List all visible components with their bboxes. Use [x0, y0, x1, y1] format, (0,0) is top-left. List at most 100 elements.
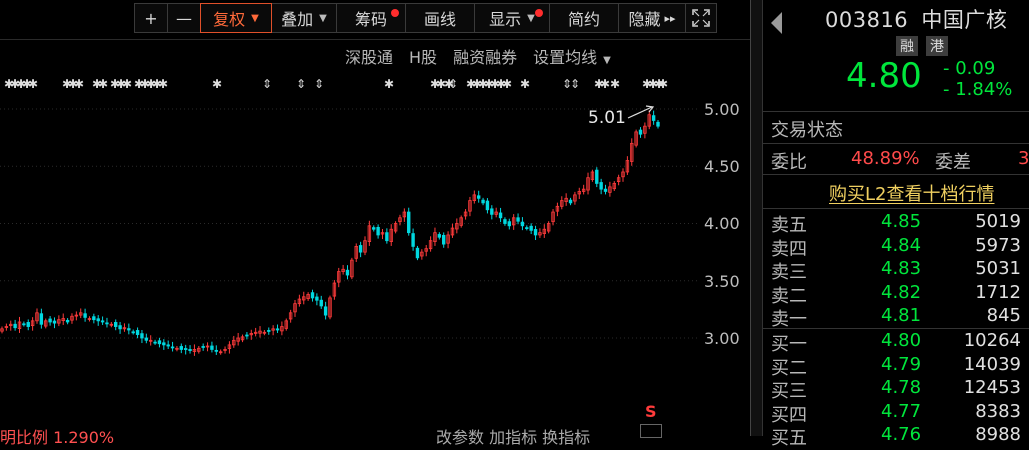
overlay-dropdown[interactable]: 叠加 ▼	[271, 3, 337, 33]
event-star-icon[interactable]: ✱	[658, 77, 668, 91]
buy-price: 4.78	[881, 377, 922, 398]
sell-volume: 5031	[975, 258, 1021, 279]
candle	[83, 308, 87, 322]
buy-row[interactable]: 买一 4.80 10264	[763, 330, 1029, 355]
candle	[608, 181, 612, 197]
candle	[472, 190, 477, 204]
sell-row[interactable]: 卖一 4.81 845	[763, 305, 1029, 330]
candle-body	[490, 208, 494, 215]
event-star-icon[interactable]: ✱	[384, 77, 394, 91]
event-arrow-icon[interactable]: ⇕	[570, 77, 580, 91]
weicha-value: 3	[1018, 148, 1029, 169]
fullscreen-icon	[692, 9, 710, 27]
candle-body	[407, 211, 411, 234]
event-star-icon[interactable]: ✱	[600, 77, 610, 91]
last-price: 4.80	[846, 56, 922, 96]
buy-price: 4.80	[881, 330, 922, 351]
candle	[476, 190, 481, 203]
margin-badge: 融	[896, 36, 918, 56]
buy-price: 4.77	[881, 400, 922, 422]
candle	[389, 224, 393, 246]
candle-body	[157, 340, 162, 345]
trade-status: 交易状态	[771, 120, 843, 141]
rzrq-link[interactable]: 融资融券	[453, 44, 517, 68]
sell-row[interactable]: 卖三 4.83 5031	[763, 258, 1029, 283]
chips-button[interactable]: 筹码	[336, 3, 406, 33]
sell-row[interactable]: 卖五 4.85 5019	[763, 211, 1029, 236]
candle	[284, 318, 288, 331]
candle	[162, 339, 166, 350]
stock-code-name: 003816 中国广核	[825, 4, 1007, 34]
draw-line-button[interactable]: 画线	[405, 3, 475, 33]
zoom-out-button[interactable]: —	[167, 3, 201, 33]
candle	[415, 245, 420, 261]
candle	[288, 309, 293, 323]
buy-row[interactable]: 买二 4.79 14039	[763, 354, 1029, 379]
sgt-link[interactable]: 深股通	[345, 44, 393, 68]
candle	[533, 225, 538, 240]
price-tick-4.50: 4.50	[704, 157, 740, 176]
buy-row[interactable]: 买三 4.78 12453	[763, 377, 1029, 402]
hgu-link[interactable]: H股	[409, 44, 437, 68]
candle	[363, 236, 367, 256]
candle	[380, 228, 385, 240]
candle	[494, 207, 498, 218]
sell-price: 4.82	[881, 281, 922, 303]
l2-purchase-link[interactable]: 购买L2查看十档行情	[829, 180, 994, 206]
sell-volume: 5973	[975, 234, 1021, 256]
event-star-icon[interactable]: ✱	[98, 77, 108, 91]
event-star-icon[interactable]: ✱	[158, 77, 168, 91]
candle	[463, 209, 468, 220]
candle	[560, 196, 564, 210]
event-star-icon[interactable]: ✱	[28, 77, 38, 91]
sell-row[interactable]: 卖四 4.84 5973	[763, 234, 1029, 260]
divider	[763, 143, 1029, 144]
event-star-icon[interactable]: ✱	[74, 77, 84, 91]
candle	[581, 184, 586, 195]
display-dropdown[interactable]: 显示 ▼	[474, 3, 550, 33]
candle	[638, 127, 643, 138]
candle	[586, 172, 590, 195]
candle-body	[170, 346, 175, 349]
candle	[577, 187, 581, 199]
fuquan-dropdown[interactable]: 复权 ▼	[200, 3, 272, 33]
event-arrow-icon[interactable]: ⇕	[448, 77, 458, 91]
event-star-icon[interactable]: ✱	[122, 77, 132, 91]
candle	[92, 313, 96, 324]
candle	[551, 209, 555, 226]
event-star-icon[interactable]: ✱	[610, 77, 620, 91]
ma-settings-link[interactable]: 设置均线 ▼	[533, 44, 611, 68]
candle-body	[442, 235, 446, 245]
candle	[420, 249, 424, 260]
candle	[148, 335, 153, 346]
event-star-icon[interactable]: ✱	[212, 77, 222, 91]
sub-links: 深股通 H股 融资融券 设置均线 ▼	[345, 44, 611, 68]
event-arrow-icon[interactable]: ⇕	[296, 77, 306, 91]
buy-row[interactable]: 买四 4.77 8383	[763, 400, 1029, 426]
candle-body	[595, 169, 599, 184]
candle-body	[385, 232, 389, 242]
event-star-icon[interactable]: ✱	[520, 77, 530, 91]
sell-row[interactable]: 卖二 4.82 1712	[763, 281, 1029, 307]
candlestick-chart[interactable]	[0, 95, 750, 420]
candle-body	[65, 319, 70, 323]
hide-button[interactable]: 隐藏 ▸▸	[618, 3, 686, 33]
event-arrow-icon[interactable]: ⇕	[262, 77, 272, 91]
minus-icon: —	[176, 8, 192, 28]
candle-body	[83, 313, 87, 318]
candle	[446, 231, 450, 249]
back-arrow-icon[interactable]	[771, 12, 782, 34]
quote-panel: 003816 中国广核 融 港 4.80 - 0.09 - 1.84% 交易状态…	[763, 0, 1029, 449]
event-arrow-icon[interactable]: ⇕	[314, 77, 324, 91]
weibi-label: 委比	[771, 152, 807, 173]
candle	[179, 343, 184, 354]
candle-body	[358, 245, 363, 253]
fullscreen-button[interactable]	[685, 3, 717, 33]
vertical-scrollbar[interactable]	[751, 0, 762, 436]
indicator-actions[interactable]: 改参数 加指标 换指标	[436, 424, 590, 448]
event-star-icon[interactable]: ✱	[502, 77, 512, 91]
s-marker-icon[interactable]: S	[645, 402, 657, 421]
candle-body	[345, 269, 350, 276]
simple-mode-button[interactable]: 简约	[549, 3, 619, 33]
zoom-in-button[interactable]: +	[134, 3, 168, 33]
